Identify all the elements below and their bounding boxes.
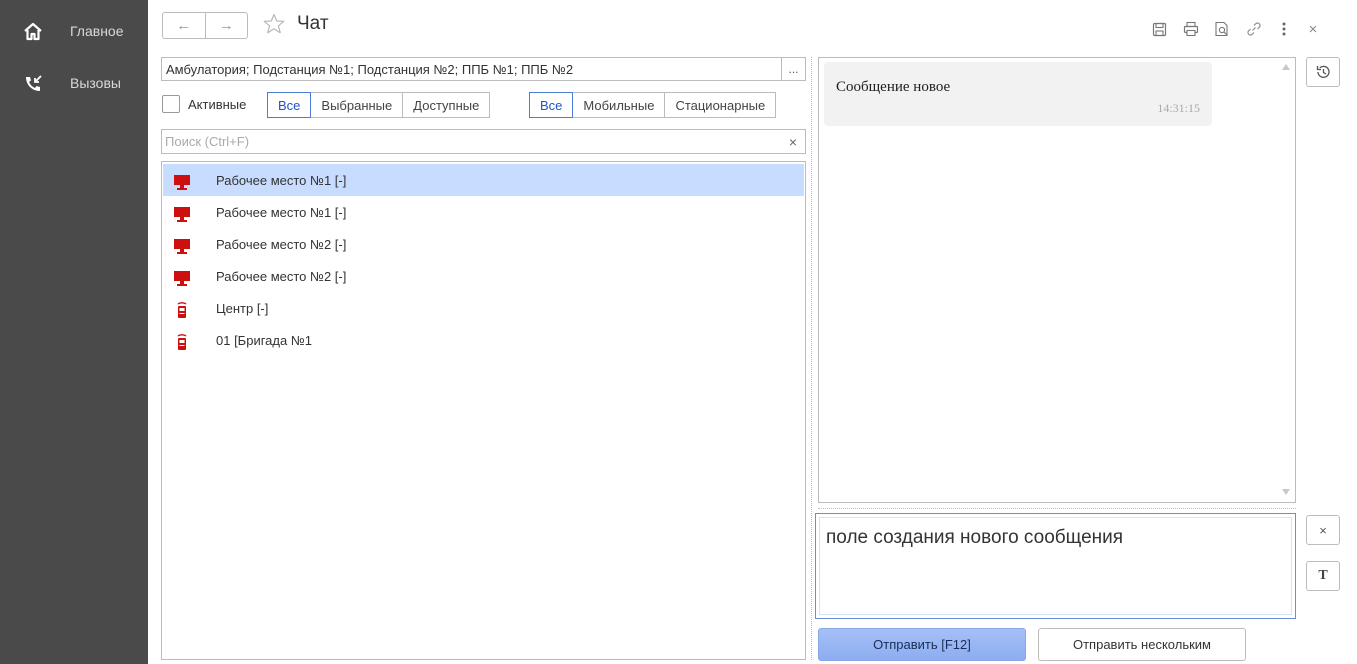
chat-message: Сообщение новое 14:31:15 [824,62,1212,126]
active-checkbox[interactable] [162,95,180,113]
workstation-icon [174,175,190,190]
contact-list: Рабочее место №1 [-] Рабочее место №1 [-… [161,161,806,660]
save-icon[interactable] [1150,20,1168,38]
list-item-label: 01 [Бригада №1 [216,333,312,348]
sidebar-item-calls[interactable]: Вызовы [0,68,148,98]
link-icon[interactable] [1245,20,1263,38]
workstation-icon [174,271,190,286]
list-item-label: Рабочее место №2 [-] [216,237,347,252]
scope-tab-all[interactable]: Все [267,92,312,118]
composer-splitter[interactable] [818,508,1296,509]
list-item[interactable]: Рабочее место №1 [-] [163,196,804,228]
message-input[interactable] [819,517,1292,615]
sidebar: Главное Вызовы [0,0,148,664]
type-tab-all[interactable]: Все [529,92,574,118]
list-item[interactable]: Центр [-] [163,292,804,324]
scope-tab-selected[interactable]: Выбранные [310,93,402,117]
type-filter: Все Мобильные Стационарные [529,92,777,118]
mobile-device-icon [177,334,187,350]
history-button[interactable] [1306,57,1340,87]
send-multiple-button[interactable]: Отправить нескольким [1038,628,1246,661]
sidebar-item-home[interactable]: Главное [0,16,148,46]
panel-splitter[interactable] [811,57,812,660]
list-item-label: Рабочее место №1 [-] [216,173,347,188]
chat-message-text: Сообщение новое [836,79,951,95]
phone-incoming-icon [22,73,44,95]
format-text-button[interactable]: T [1306,561,1340,591]
list-item[interactable]: Рабочее место №2 [-] [163,228,804,260]
send-button[interactable]: Отправить [F12] [818,628,1026,661]
history-icon [1316,65,1330,78]
forward-button[interactable]: → [204,13,248,38]
clear-message-button[interactable]: × [1306,515,1340,545]
search-clear-button[interactable]: × [781,130,805,153]
list-item-label: Центр [-] [216,301,269,316]
scroll-down-icon[interactable] [1282,489,1290,495]
history-nav: ← → [162,12,248,39]
type-tab-stationary[interactable]: Стационарные [664,93,775,117]
home-icon [22,21,44,43]
sidebar-item-label: Главное [70,23,124,39]
page-title: Чат [297,13,329,34]
list-item[interactable]: Рабочее место №1 [-] [163,164,804,196]
sidebar-item-label: Вызовы [70,75,121,91]
chat-history: Сообщение новое 14:31:15 [818,57,1296,503]
stations-value: Амбулатория; Подстанция №1; Подстанция №… [166,62,574,77]
active-checkbox-label: Активные [188,97,247,112]
list-item[interactable]: 01 [Бригада №1 [163,324,804,356]
preview-icon[interactable] [1213,20,1231,38]
chat-scrollbar[interactable] [1277,58,1295,502]
type-tab-mobile[interactable]: Мобильные [572,93,664,117]
list-item-label: Рабочее место №1 [-] [216,205,347,220]
list-item-label: Рабочее место №2 [-] [216,269,347,284]
stations-select-button[interactable]: ... [781,58,805,80]
search-input[interactable] [165,132,775,151]
stations-field[interactable]: Амбулатория; Подстанция №1; Подстанция №… [161,57,806,81]
chat-message-time: 14:31:15 [1157,101,1200,115]
message-composer [815,513,1296,619]
back-button[interactable]: ← [163,13,205,38]
print-icon[interactable] [1182,20,1200,38]
favorite-star-icon[interactable] [262,12,286,36]
more-vertical-icon[interactable] [1275,20,1293,38]
close-button[interactable]: × [1304,20,1322,38]
workstation-icon [174,207,190,222]
scope-tab-available[interactable]: Доступные [402,93,489,117]
mobile-device-icon [177,302,187,318]
scope-filter: Все Выбранные Доступные [267,92,491,118]
workstation-icon [174,239,190,254]
scroll-up-icon[interactable] [1282,64,1290,70]
search-box: × [161,129,806,154]
list-item[interactable]: Рабочее место №2 [-] [163,260,804,292]
